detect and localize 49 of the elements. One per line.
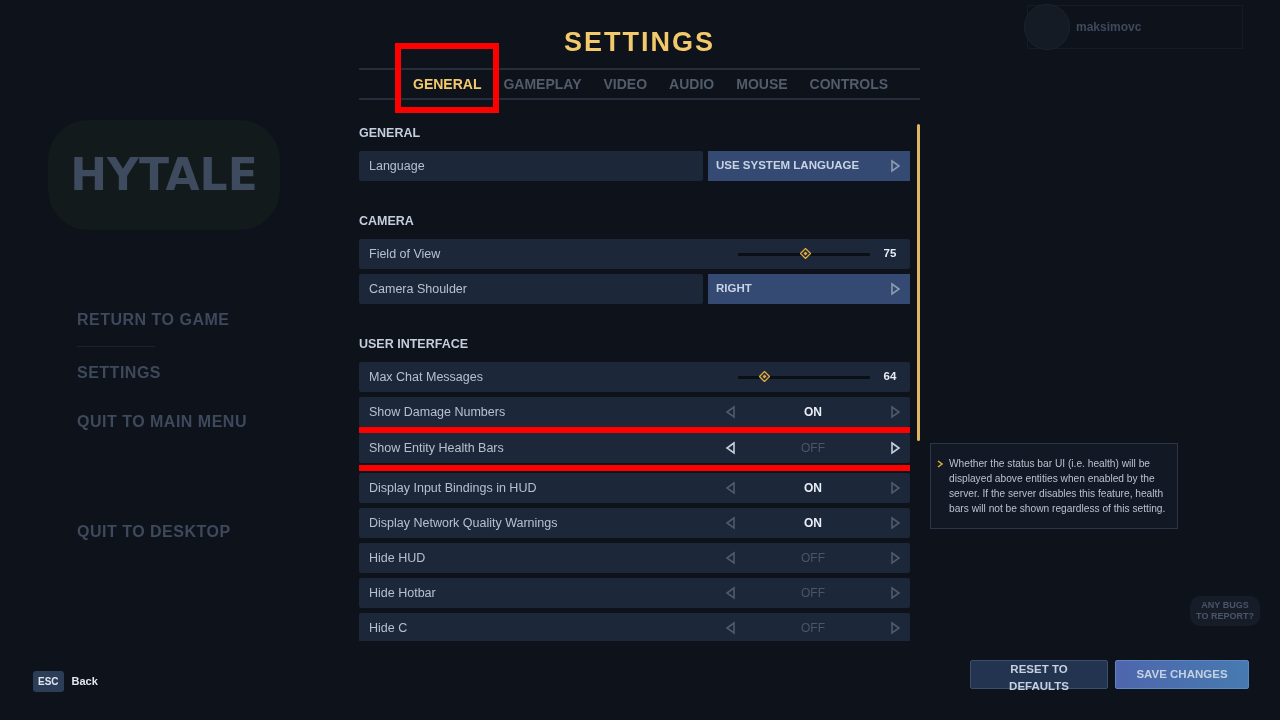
- tab[interactable]: VIDEO: [603, 70, 648, 98]
- setting-label: Show Damage Numbers: [368, 403, 507, 421]
- setting-label: Hide C: [368, 619, 409, 637]
- tab[interactable]: GENERAL: [413, 70, 482, 98]
- section-heading: CAMERA: [359, 213, 415, 228]
- setting-label: Max Chat Messages: [368, 368, 483, 386]
- menu-item[interactable]: SETTINGS: [77, 361, 359, 385]
- section-heading: USER INTERFACE: [359, 336, 470, 351]
- menu-item[interactable]: QUIT TO MAIN MENU: [77, 410, 359, 434]
- reset-button[interactable]: RESET TO DEFAULTS: [970, 660, 1108, 689]
- toggle-value: ON: [803, 404, 823, 421]
- section-heading: GENERAL: [359, 125, 422, 140]
- tab[interactable]: MOUSE: [736, 70, 788, 98]
- back-label[interactable]: Back: [71, 673, 98, 690]
- setting-label: Show Entity Health Bars: [368, 439, 505, 457]
- arrow-right-icon: [888, 159, 902, 173]
- chevron-icon: [937, 460, 943, 468]
- tab[interactable]: CONTROLS: [809, 70, 889, 98]
- setting-label: Display Input Bindings in HUD: [368, 479, 538, 497]
- tooltip-text: Whether the status bar UI (i.e. health) will be displayed above entities when enabled by the server. If the server disables this feature, health bars will not be shown regardless of this setting.: [949, 458, 1166, 514]
- slider-value: 64: [882, 369, 898, 385]
- key-cap: ESC: [33, 671, 64, 692]
- setting-label: Language: [368, 157, 425, 175]
- page-title: SETTINGS: [563, 26, 716, 58]
- setting-label: Display Network Quality Warnings: [368, 514, 559, 532]
- setting-label: Hide HUD: [368, 549, 427, 567]
- menu-item[interactable]: RETURN TO GAME: [77, 308, 359, 332]
- setting-label: Hide Hotbar: [368, 584, 437, 602]
- tab[interactable]: GAMEPLAY: [503, 70, 582, 98]
- tab[interactable]: AUDIO: [669, 70, 715, 98]
- scrollbar-thumb[interactable]: [917, 124, 920, 441]
- toggle-value: ON: [803, 480, 823, 497]
- setting-label: Camera Shoulder: [368, 280, 467, 298]
- arrow-right-icon: [888, 282, 902, 296]
- toggle-value: ON: [803, 515, 823, 532]
- game-logo: HYTALE: [48, 120, 280, 230]
- slider-thumb[interactable]: [759, 370, 771, 382]
- dropdown-selector[interactable]: USE SYSTEM LANGUAGE: [708, 151, 910, 181]
- slider-value: 75: [882, 246, 898, 262]
- previous-option-button[interactable]: [724, 441, 738, 455]
- next-option-button[interactable]: [888, 441, 902, 455]
- setting-label: Field of View: [368, 245, 441, 263]
- speech-bubble: ANY BUGS TO REPORT?: [1190, 596, 1260, 626]
- save-button[interactable]: SAVE CHANGES: [1115, 660, 1249, 689]
- slider-thumb[interactable]: [800, 247, 812, 259]
- profile-card[interactable]: maksimovc: [1027, 5, 1243, 49]
- menu-item[interactable]: QUIT TO DESKTOP: [77, 520, 359, 544]
- username: maksimovc: [1076, 19, 1142, 36]
- dropdown-selector[interactable]: RIGHT: [708, 274, 910, 304]
